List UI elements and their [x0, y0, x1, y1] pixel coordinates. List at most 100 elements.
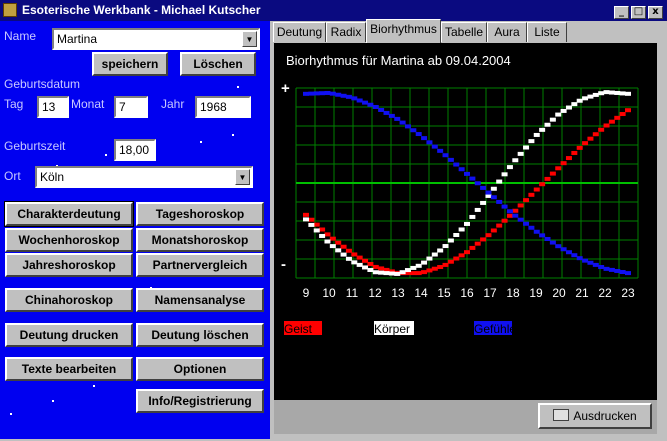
- series-3-segment: [362, 100, 369, 105]
- series-3-segment: [415, 132, 422, 137]
- jahreshoroskop-button[interactable]: Jahreshoroskop: [5, 253, 133, 277]
- series-3-segment: [324, 90, 331, 95]
- print-button[interactable]: Ausdrucken: [538, 403, 652, 429]
- series-3-segment: [335, 92, 342, 97]
- series-3-segment: [372, 104, 379, 109]
- series-1-segment: [474, 241, 481, 246]
- series-2-segment: [565, 105, 572, 110]
- tab-aura[interactable]: Aura: [487, 22, 527, 42]
- series-2-segment: [603, 90, 610, 95]
- series-1-segment: [378, 266, 385, 271]
- series-3-segment: [608, 267, 615, 272]
- name-combobox[interactable]: Martina ▼: [52, 28, 260, 50]
- series-2-segment: [496, 179, 503, 184]
- series-1-segment: [485, 233, 492, 238]
- series-3-segment: [313, 91, 320, 96]
- series-2-segment: [303, 217, 309, 222]
- series-1-segment: [555, 166, 562, 171]
- maximize-button[interactable]: □: [631, 6, 646, 19]
- monatshoroskop-button[interactable]: Monatshoroskop: [136, 228, 264, 252]
- place-label: Ort: [4, 169, 21, 183]
- series-2-segment: [404, 268, 411, 273]
- texte-bearbeiten-button[interactable]: Texte bearbeiten: [5, 357, 133, 381]
- chart-legend: Geist Körper Gefühle: [284, 321, 516, 336]
- series-2-segment: [308, 222, 315, 227]
- charakterdeutung-button[interactable]: Charakterdeutung: [4, 201, 134, 227]
- series-2-segment: [324, 239, 331, 244]
- legend-label-3: Gefühle: [474, 322, 516, 336]
- chevron-down-icon[interactable]: ▼: [235, 169, 250, 185]
- wochenhoroskop-button[interactable]: Wochenhoroskop: [5, 228, 133, 252]
- namensanalyse-button[interactable]: Namensanalyse: [136, 288, 264, 312]
- series-1-segment: [415, 271, 422, 276]
- tab-radix[interactable]: Radix: [326, 22, 366, 42]
- month-input[interactable]: 7: [114, 96, 148, 118]
- day-input[interactable]: 13: [37, 96, 69, 118]
- year-input[interactable]: 1968: [195, 96, 251, 118]
- series-2-segment: [319, 233, 326, 238]
- series-2-segment: [608, 90, 615, 95]
- tab-tabelle[interactable]: Tabelle: [441, 22, 487, 42]
- app-icon: [3, 3, 17, 17]
- series-1-segment: [303, 212, 309, 217]
- place-combobox[interactable]: Köln ▼: [35, 166, 253, 188]
- deutung-loeschen-button[interactable]: Deutung löschen: [136, 323, 264, 347]
- x-tick-label: 18: [506, 286, 520, 300]
- series-3-segment: [442, 153, 449, 158]
- series-3-segment: [356, 98, 363, 103]
- star-decoration: [232, 134, 234, 136]
- x-tick-label: 14: [414, 286, 428, 300]
- tab-deutung[interactable]: Deutung: [273, 22, 326, 42]
- close-button[interactable]: x: [648, 6, 663, 19]
- series-1-segment: [345, 248, 352, 253]
- series-1-segment: [614, 115, 621, 120]
- series-2-segment: [437, 248, 444, 253]
- series-2-segment: [469, 214, 476, 219]
- birthtime-input[interactable]: 18,00: [114, 139, 156, 161]
- series-3-segment: [388, 113, 395, 118]
- series-3-segment: [383, 110, 390, 115]
- tab-biorhythmus[interactable]: Biorhythmus: [366, 19, 441, 43]
- chevron-down-icon[interactable]: ▼: [242, 31, 257, 47]
- series-2-segment: [523, 145, 530, 150]
- series-3-segment: [544, 236, 551, 241]
- series-1-segment: [549, 171, 556, 176]
- series-2-segment: [506, 165, 513, 170]
- series-1-segment: [308, 217, 315, 222]
- chinahoroskop-button[interactable]: Chinahoroskop: [5, 288, 133, 312]
- series-1-segment: [421, 270, 428, 275]
- info-registrierung-button[interactable]: Info/Registrierung: [136, 389, 264, 413]
- series-1-segment: [453, 256, 460, 261]
- x-tick-label: 10: [322, 286, 336, 300]
- series-1-segment: [324, 232, 331, 237]
- series-2-segment: [335, 248, 342, 253]
- star-decoration: [237, 86, 239, 88]
- deutung-drucken-button[interactable]: Deutung drucken: [5, 323, 133, 347]
- series-2-segment: [592, 92, 599, 97]
- series-3-segment: [517, 217, 524, 222]
- day-label: Tag: [4, 97, 24, 111]
- series-3-segment: [560, 247, 567, 252]
- series-1-segment: [582, 141, 589, 146]
- series-3-segment: [565, 250, 572, 255]
- series-3-segment: [464, 171, 470, 176]
- tageshoroskop-button[interactable]: Tageshoroskop: [136, 202, 264, 226]
- biorhythm-chart-panel: Biorhythmus für Martina ab 09.04.2004 91…: [274, 43, 657, 400]
- series-1-segment: [608, 119, 615, 124]
- save-button[interactable]: speichern: [92, 52, 168, 76]
- series-3-segment: [587, 260, 594, 265]
- series-1-segment: [437, 265, 444, 270]
- delete-button[interactable]: Löschen: [180, 52, 256, 76]
- minimize-button[interactable]: _: [614, 6, 629, 19]
- partnervergleich-button[interactable]: Partnervergleich: [136, 253, 264, 277]
- year-label: Jahr: [161, 97, 185, 111]
- series-2-segment: [490, 186, 497, 191]
- y-plus-label: +: [281, 80, 290, 97]
- x-tick-label: 11: [346, 286, 359, 300]
- tab-liste[interactable]: Liste: [527, 22, 567, 42]
- series-3-segment: [458, 167, 465, 172]
- optionen-button[interactable]: Optionen: [136, 357, 264, 381]
- series-3-segment: [485, 190, 492, 195]
- series-1-segment: [533, 187, 540, 192]
- series-1-segment: [512, 208, 519, 213]
